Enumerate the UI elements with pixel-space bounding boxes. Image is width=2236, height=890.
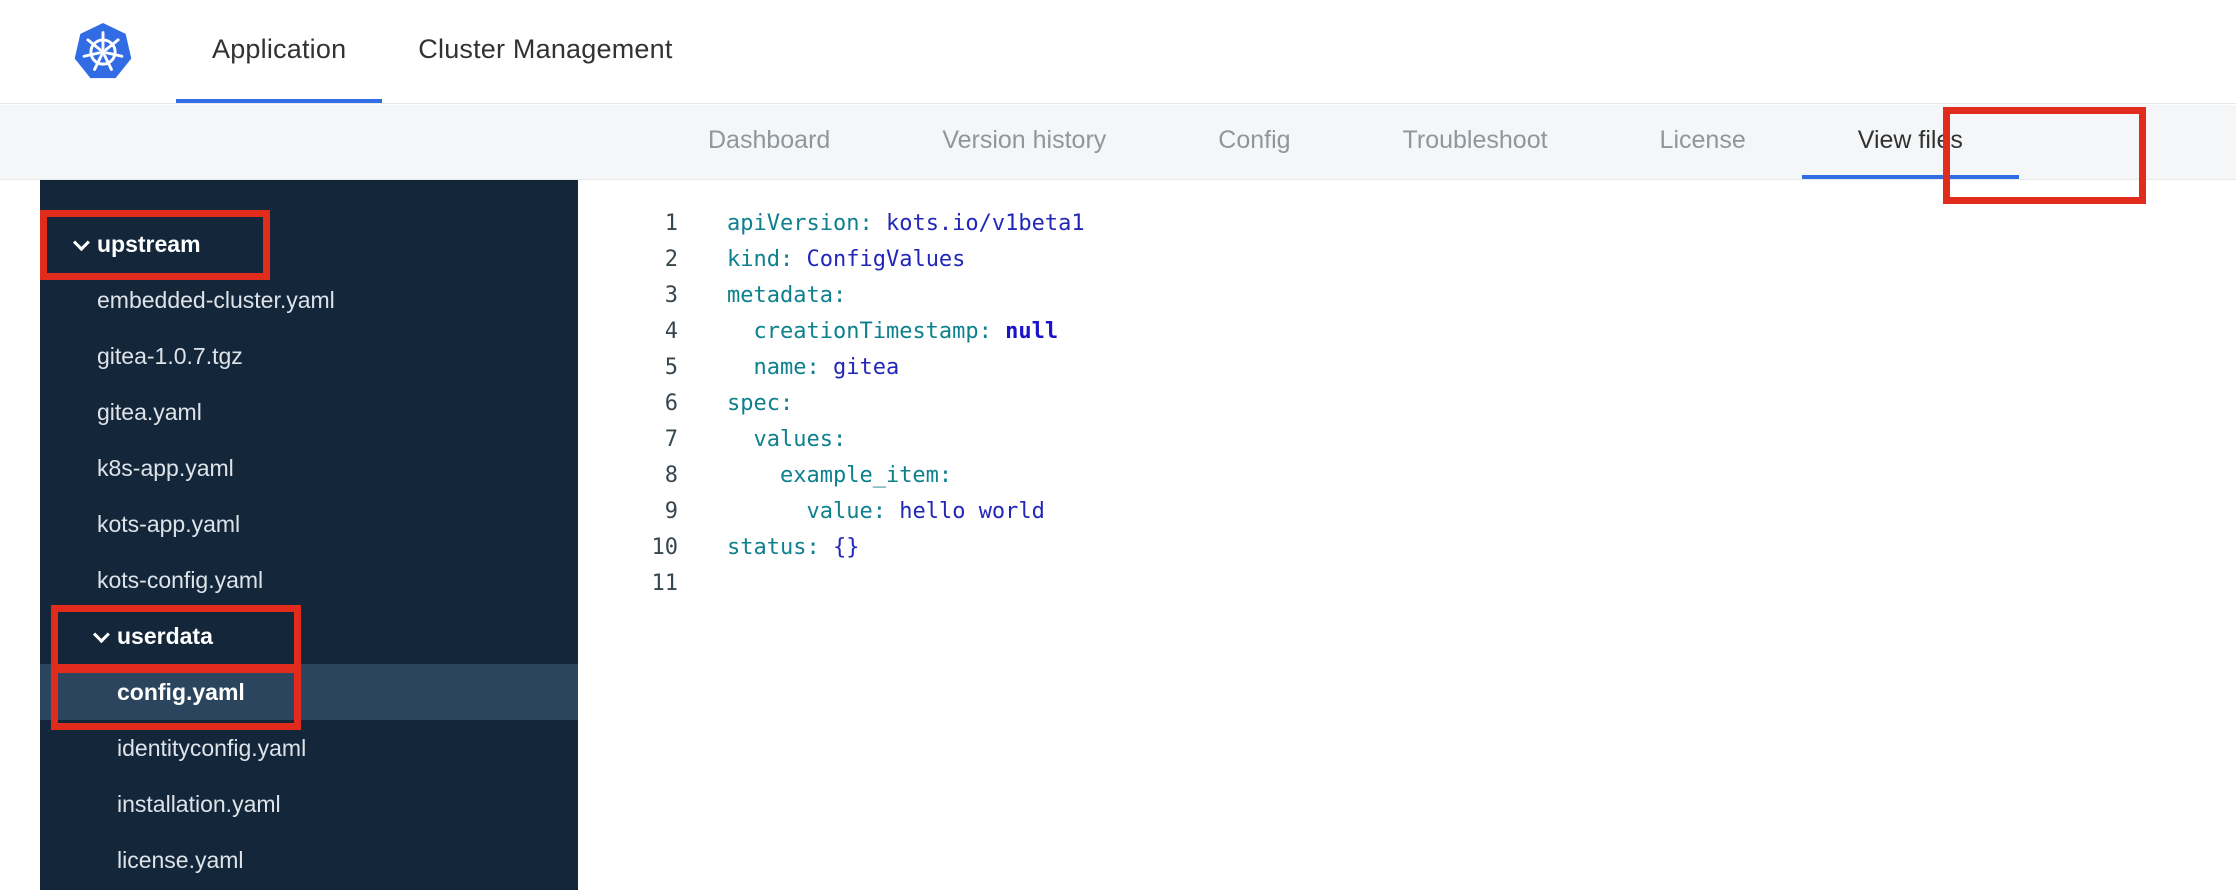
code-line-4[interactable]: 4 creationTimestamp: null (578, 314, 2236, 350)
subnav-item-config[interactable]: Config (1162, 105, 1346, 179)
line-number: 8 (664, 463, 678, 488)
code-line-2[interactable]: 2 kind: ConfigValues (578, 242, 2236, 278)
code-lines: 1 apiVersion: kots.io/v1beta1 2 kind: Confi… (578, 206, 2236, 602)
file-tree: upstream embedded-cluster.yaml gitea-1.0.7… (40, 180, 578, 890)
kubernetes-logo-icon (74, 22, 132, 78)
line-number: 7 (664, 427, 678, 452)
tree-file-config-yaml[interactable]: config.yaml (40, 664, 578, 720)
tree-item-label: config.yaml (117, 678, 245, 705)
topbar: Application Cluster Management (0, 0, 2236, 104)
top-tabs: Application Cluster Management (176, 0, 709, 103)
tree-folder-userdata[interactable]: userdata (40, 608, 578, 664)
code-line-5[interactable]: 5 name: gitea (578, 350, 2236, 386)
line-number: 11 (651, 571, 679, 596)
subnav-item-version-history[interactable]: Version history (886, 105, 1162, 179)
code-text: spec: (727, 391, 794, 416)
line-number: 3 (664, 283, 678, 308)
tree-item-label: installation.yaml (117, 790, 281, 817)
line-number: 2 (664, 247, 678, 272)
subnav-items: Dashboard Version history Config Troublesho… (0, 105, 2236, 180)
tree-item-label: k8s-app.yaml (97, 454, 234, 481)
tree-file-embedded-cluster-yaml[interactable]: embedded-cluster.yaml (40, 272, 578, 328)
tree-folder-upstream[interactable]: upstream (40, 216, 578, 272)
code-text: values: (753, 427, 847, 452)
chevron-down-icon (72, 234, 90, 252)
code-text: status: {} (727, 535, 860, 560)
top-tab-cluster-management[interactable]: Cluster Management (382, 0, 708, 103)
chevron-down-icon (92, 626, 110, 644)
line-number: 10 (651, 535, 679, 560)
code-line-9[interactable]: 9 value: hello world (578, 494, 2236, 530)
tree-file-kots-app-yaml[interactable]: kots-app.yaml (40, 496, 578, 552)
tree-item-label: upstream (97, 230, 201, 257)
line-number: 9 (664, 499, 678, 524)
code-text: creationTimestamp: null (753, 319, 1059, 344)
tree-item-label: identityconfig.yaml (117, 734, 307, 761)
code-text: example_item: (779, 463, 953, 488)
kubernetes-logo (58, 0, 148, 103)
tree-item-label: embedded-cluster.yaml (97, 286, 335, 313)
line-number: 1 (664, 211, 678, 236)
code-line-6[interactable]: 6 spec: (578, 386, 2236, 422)
tree-item-label: kots-config.yaml (97, 566, 264, 593)
top-tab-application[interactable]: Application (176, 0, 383, 103)
code-line-10[interactable]: 10 status: {} (578, 530, 2236, 566)
code-line-8[interactable]: 8 example_item: (578, 458, 2236, 494)
tree-file-identityconfig-yaml[interactable]: identityconfig.yaml (40, 720, 578, 776)
tree-item-label: userdata (117, 622, 213, 649)
code-text: apiVersion: kots.io/v1beta1 (727, 211, 1085, 236)
code-text: metadata: (727, 283, 847, 308)
subnav-item-dashboard[interactable]: Dashboard (652, 105, 886, 179)
code-line-3[interactable]: 3 metadata: (578, 278, 2236, 314)
tree-file-license-yaml[interactable]: license.yaml (40, 832, 578, 888)
subnav-item-troubleshoot[interactable]: Troubleshoot (1347, 105, 1604, 179)
tree-file-installation-yaml[interactable]: installation.yaml (40, 776, 578, 832)
tree-item-label: gitea.yaml (97, 398, 202, 425)
code-line-7[interactable]: 7 values: (578, 422, 2236, 458)
tree-item-label: gitea-1.0.7.tgz (97, 342, 243, 369)
tree-file-kots-config-yaml[interactable]: kots-config.yaml (40, 552, 578, 608)
tree-item-label: kots-app.yaml (97, 510, 241, 537)
code-editor: 1 apiVersion: kots.io/v1beta1 2 kind: Confi… (578, 180, 2236, 890)
subnav-item-license[interactable]: License (1604, 105, 1802, 179)
code-text: name: gitea (753, 355, 900, 380)
line-number: 5 (664, 355, 678, 380)
code-line-1[interactable]: 1 apiVersion: kots.io/v1beta1 (578, 206, 2236, 242)
code-text: value: hello world (806, 499, 1045, 524)
line-number: 6 (664, 391, 678, 416)
tree-file-gitea-1-0-7-tgz[interactable]: gitea-1.0.7.tgz (40, 328, 578, 384)
tree-item-label: license.yaml (117, 846, 244, 873)
code-line-11[interactable]: 11 (578, 566, 2236, 602)
code-text: kind: ConfigValues (727, 247, 966, 272)
subnav-item-view-files[interactable]: View files (1801, 105, 2019, 179)
tree-file-gitea-yaml[interactable]: gitea.yaml (40, 384, 578, 440)
tree-file-k8s-app-yaml[interactable]: k8s-app.yaml (40, 440, 578, 496)
line-number: 4 (664, 319, 678, 344)
